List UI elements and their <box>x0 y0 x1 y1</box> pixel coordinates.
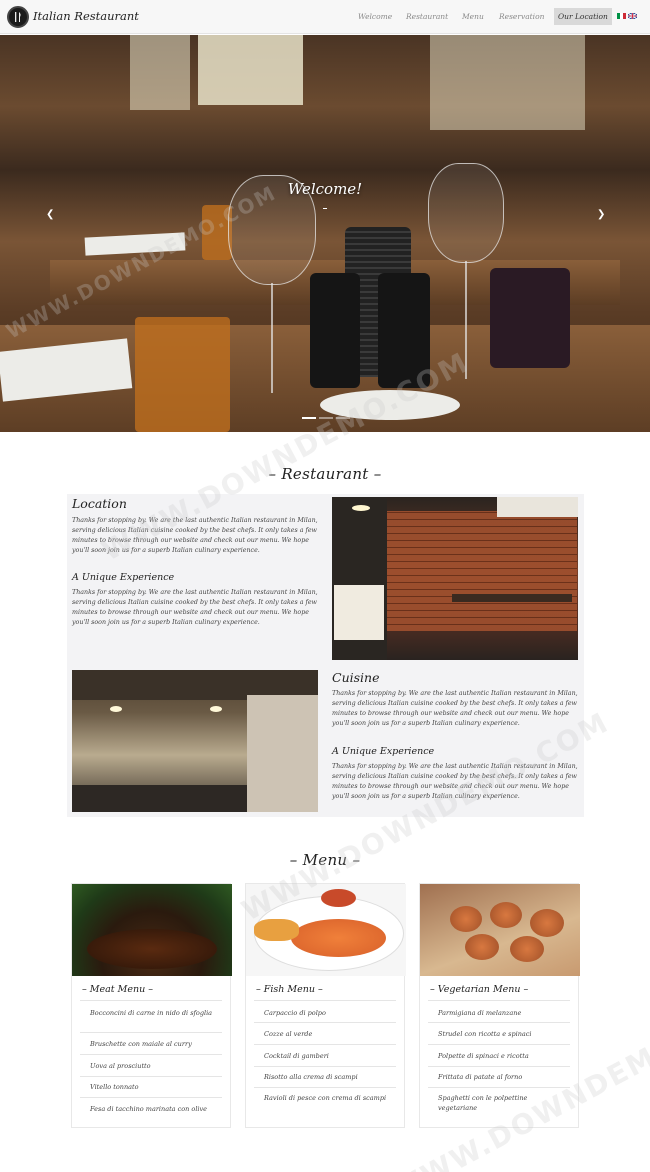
hero-window-right <box>430 35 585 130</box>
card-divider <box>254 1000 396 1001</box>
hero-salt-shaker <box>310 273 360 388</box>
card-divider <box>80 1032 222 1033</box>
card-divider <box>80 1076 222 1077</box>
menu-item: Frittata di patate al forno <box>438 1073 523 1081</box>
menu-item: Cocktail di gamberi <box>264 1052 329 1060</box>
card-divider <box>428 1087 570 1088</box>
menu-item: Fesa di tacchino marinata con olive <box>90 1105 208 1113</box>
meat-menu-photo <box>72 884 232 976</box>
card-divider <box>428 1066 570 1067</box>
hero-curtain <box>130 35 190 110</box>
menu-item: Carpaccio di polpo <box>264 1009 326 1017</box>
navbar: Italian Restaurant Welcome Restaurant Me… <box>0 0 650 34</box>
stuffed-mushroom <box>490 902 522 928</box>
english-flag-icon[interactable] <box>628 13 637 19</box>
menu-item: Vitello tonnato <box>90 1083 139 1091</box>
kitchen-lamp <box>210 706 222 712</box>
hero-dark-glass <box>490 268 570 368</box>
hero-slider: Welcome! ❮ ❯ <box>0 35 650 432</box>
card-divider <box>428 1044 570 1045</box>
nav-link-reservation[interactable]: Reservation <box>499 12 544 21</box>
vegetarian-menu-title: – Vegetarian Menu – <box>430 984 529 995</box>
unique-experience-text: Thanks for stopping by. We are the last … <box>72 589 318 626</box>
restaurant-section-title: – Restaurant – <box>268 465 382 483</box>
card-divider <box>428 1022 570 1023</box>
hero-wine-stem <box>271 283 273 393</box>
brick-wall <box>372 511 577 631</box>
stuffed-mushroom <box>450 906 482 932</box>
shrimp-dish <box>291 919 386 957</box>
menu-item: Risotto alla crema di scampi <box>264 1073 358 1081</box>
kitchen-lamp <box>110 706 122 712</box>
chevron-right-icon[interactable]: ❯ <box>597 209 605 220</box>
meat-menu-title: – Meat Menu – <box>82 984 153 995</box>
meat-dish <box>87 929 217 969</box>
hero-title-underline <box>323 208 327 209</box>
restaurant-bar-photo <box>332 497 578 660</box>
nav-link-menu[interactable]: Menu <box>462 12 484 21</box>
hero-window <box>198 35 303 105</box>
kitchen-wall <box>247 695 318 812</box>
cuisine-heading: Cuisine <box>332 670 380 685</box>
nav-link-welcome[interactable]: Welcome <box>358 12 392 21</box>
vegetarian-menu-photo <box>420 884 580 976</box>
card-divider <box>254 1087 396 1088</box>
nav-link-our-location[interactable]: Our Location <box>554 8 612 25</box>
menu-item: Strudel con ricotta e spinaci <box>438 1030 532 1038</box>
stuffed-mushroom <box>530 909 564 937</box>
menu-item: Ravioli di pesce con crema di scampi <box>264 1094 387 1102</box>
card-divider <box>254 1022 396 1023</box>
restaurant-kitchen-photo <box>72 670 318 812</box>
bar-counter <box>334 585 384 640</box>
chevron-left-icon[interactable]: ❮ <box>46 209 54 220</box>
location-heading: Location <box>72 496 127 511</box>
italian-flag-icon[interactable] <box>617 13 626 19</box>
unique-experience-heading: A Unique Experience <box>72 572 175 583</box>
unique-experience-heading-2: A Unique Experience <box>332 746 435 757</box>
menu-item: Parmigiana di melanzane <box>438 1009 522 1017</box>
meat-menu-card: – Meat Menu – Bocconcini di carne in nid… <box>71 883 232 1128</box>
bar-lamp <box>352 505 370 511</box>
card-divider <box>80 1097 222 1098</box>
bar-ceiling <box>497 497 578 517</box>
cuisine-text: Thanks for stopping by. We are the last … <box>332 690 578 727</box>
menu-item: Bocconcini di carne in nido di sfoglia <box>90 1009 213 1017</box>
bar-table <box>452 594 572 602</box>
fish-menu-title: – Fish Menu – <box>256 984 323 995</box>
menu-item: Cozze al verde <box>264 1030 313 1038</box>
logo-icon[interactable] <box>7 6 29 28</box>
card-divider <box>80 1000 222 1001</box>
hero-title: Welcome! <box>287 180 363 198</box>
card-divider <box>80 1054 222 1055</box>
brand-title[interactable]: Italian Restaurant <box>33 9 139 23</box>
slider-dot[interactable] <box>302 417 316 419</box>
menu-item: Uova al prosciutto <box>90 1062 151 1070</box>
menu-item: Bruschette con maiale al curry <box>90 1040 192 1048</box>
stuffed-mushroom <box>510 936 544 962</box>
card-divider <box>254 1066 396 1067</box>
card-divider <box>254 1044 396 1045</box>
stuffed-mushroom <box>465 934 499 960</box>
nav-link-restaurant[interactable]: Restaurant <box>406 12 448 21</box>
hero-wine-glass-right <box>428 163 504 263</box>
hero-amber-glass <box>135 317 230 432</box>
card-divider <box>428 1000 570 1001</box>
menu-item: Polpette di spinaci e ricotta <box>438 1052 529 1060</box>
fish-menu-card: – Fish Menu – Carpaccio di polpo Cozze a… <box>245 883 406 1128</box>
salmon <box>321 889 356 907</box>
